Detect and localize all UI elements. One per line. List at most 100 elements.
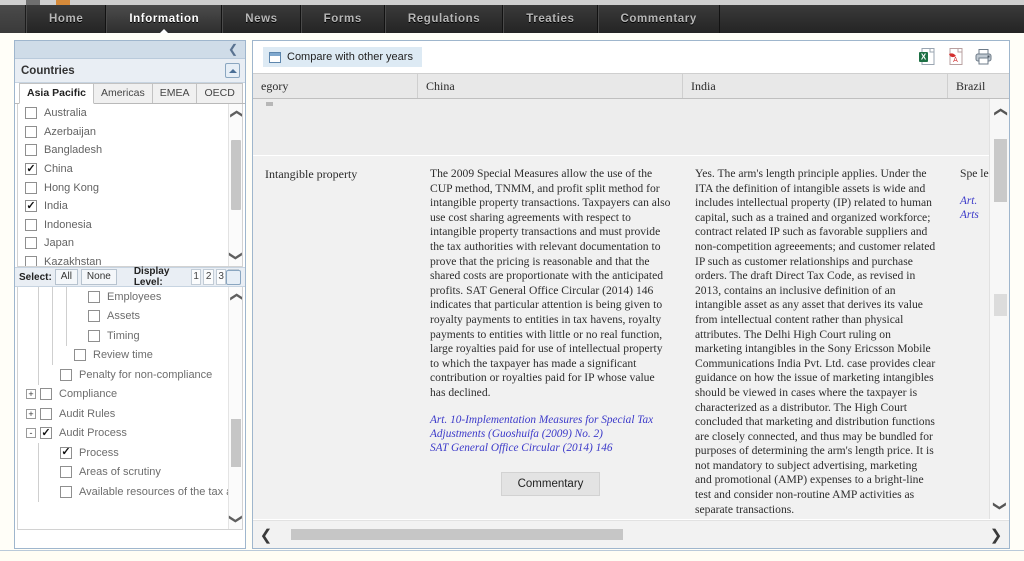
nav-tab-forms[interactable]: Forms: [300, 5, 385, 33]
scrollbar-thumb[interactable]: [291, 529, 623, 540]
chevron-right-icon[interactable]: ❯: [983, 526, 1009, 544]
nav-tab-treaties[interactable]: Treaties: [503, 5, 598, 33]
scrollbar-track[interactable]: [279, 529, 983, 540]
country-checkbox[interactable]: [25, 144, 37, 157]
region-tab-americas[interactable]: Americas: [92, 83, 153, 103]
chevron-up-icon[interactable]: ❯: [228, 107, 242, 121]
list-item[interactable]: Japan: [18, 234, 242, 253]
country-checkbox[interactable]: [25, 181, 37, 194]
column-header-india[interactable]: India: [683, 74, 948, 98]
tree-checkbox[interactable]: [60, 368, 72, 381]
tree-checkbox[interactable]: [88, 329, 100, 342]
column-header-china[interactable]: China: [418, 74, 683, 98]
country-label: Azerbaijan: [44, 125, 96, 138]
region-tab-emea[interactable]: EMEA: [151, 83, 198, 103]
tree-checkbox[interactable]: [88, 290, 100, 303]
country-checkbox[interactable]: [25, 237, 37, 250]
tree-checkbox[interactable]: [40, 388, 52, 401]
select-all-button[interactable]: All: [54, 269, 78, 285]
chevron-left-icon[interactable]: ❮: [228, 43, 238, 56]
list-item[interactable]: ✓ China: [18, 160, 242, 179]
tree-checkbox[interactable]: [60, 466, 72, 479]
countries-panel-title: Countries: [21, 64, 75, 77]
tree-checkbox[interactable]: [88, 310, 100, 323]
table-horizontal-scrollbar[interactable]: ❮ ❯: [253, 520, 1009, 548]
chevron-up-icon[interactable]: ❯: [991, 102, 1009, 122]
china-citation-link[interactable]: Art. 10-Implementation Measures for Spec…: [430, 413, 671, 455]
pdf-export-icon[interactable]: A: [947, 48, 963, 65]
nav-tab-news[interactable]: News: [222, 5, 301, 33]
tree-item[interactable]: Timing: [18, 326, 242, 346]
countries-collapse-button[interactable]: [225, 63, 240, 78]
display-level-1-button[interactable]: 1: [190, 269, 202, 285]
chevron-down-icon[interactable]: ❯: [228, 512, 242, 526]
country-checkbox[interactable]: [25, 125, 37, 138]
display-level-2-button[interactable]: 2: [203, 269, 214, 285]
china-commentary-button[interactable]: Commentary: [500, 471, 601, 496]
excel-export-icon[interactable]: X: [919, 48, 935, 65]
scrollbar-thumb-secondary[interactable]: [994, 294, 1007, 316]
display-level-3-button[interactable]: 3: [215, 269, 227, 285]
list-item[interactable]: Indonesia: [18, 216, 242, 235]
chevron-down-icon[interactable]: ❯: [228, 249, 242, 263]
tree-collapse-button[interactable]: [226, 270, 241, 285]
list-item[interactable]: Kazakhstan: [18, 253, 242, 266]
country-list-scrollbar[interactable]: ❯ ❯: [228, 104, 242, 266]
collapse-minus-icon[interactable]: -: [26, 428, 36, 439]
tree-guide: [46, 463, 60, 483]
region-tab-asia-pacific[interactable]: Asia Pacific: [19, 83, 94, 104]
region-tab-oecd[interactable]: OECD: [196, 83, 243, 103]
compare-with-other-years-button[interactable]: Compare with other years: [263, 47, 422, 67]
country-checkbox[interactable]: ✓: [25, 163, 37, 176]
country-checkbox[interactable]: [25, 256, 37, 266]
chevron-down-icon[interactable]: ❯: [991, 496, 1009, 516]
tree-scrollbar[interactable]: ❯ ❯: [228, 287, 242, 529]
scrollbar-thumb[interactable]: [994, 139, 1007, 202]
tree-item[interactable]: ✓ Process: [18, 443, 242, 463]
country-checkbox[interactable]: ✓: [25, 200, 37, 213]
column-header-category[interactable]: egory: [253, 74, 418, 98]
list-item[interactable]: Bangladesh: [18, 141, 242, 160]
tree-item[interactable]: Assets: [18, 306, 242, 327]
tree-item[interactable]: Available resources of the tax authoriti…: [18, 482, 242, 502]
tree-item[interactable]: Employees: [18, 287, 242, 307]
tree-checkbox[interactable]: ✓: [60, 446, 72, 459]
brazil-citation-link[interactable]: Art. Arts: [960, 194, 990, 222]
sidebar-collapse-bar[interactable]: ❮: [15, 41, 245, 59]
nav-tab-information[interactable]: Information: [106, 5, 223, 34]
scrollbar-thumb[interactable]: [231, 140, 241, 210]
list-item[interactable]: Australia: [18, 104, 242, 123]
country-checkbox[interactable]: [25, 107, 37, 120]
tree-item[interactable]: + Compliance: [18, 385, 242, 405]
chevron-up-icon[interactable]: ❯: [228, 290, 242, 304]
select-none-button[interactable]: None: [80, 269, 117, 285]
list-item[interactable]: Azerbaijan: [18, 123, 242, 142]
nav-tab-regulations[interactable]: Regulations: [384, 5, 504, 33]
nav-tab-commentary[interactable]: Commentary: [597, 5, 720, 33]
tree-checkbox[interactable]: [74, 349, 86, 362]
scrollbar-thumb[interactable]: [231, 419, 241, 467]
column-header-brazil[interactable]: Brazil: [948, 74, 1009, 98]
list-item[interactable]: Hong Kong: [18, 178, 242, 197]
expand-plus-icon[interactable]: +: [26, 389, 36, 400]
tree-item[interactable]: Review time: [18, 345, 242, 366]
nav-tab-home[interactable]: Home: [26, 5, 107, 33]
tree-item[interactable]: Penalty for non-compliance: [18, 365, 242, 385]
expand-plus-icon[interactable]: +: [26, 408, 36, 419]
tree-item[interactable]: - ✓ Audit Process: [18, 424, 242, 444]
countries-panel-header: Countries: [15, 59, 245, 83]
tree-item[interactable]: + Audit Rules: [18, 404, 242, 424]
tree-item[interactable]: Areas of scrutiny: [18, 462, 242, 483]
list-item[interactable]: ✓ India: [18, 197, 242, 216]
tree-guide: [74, 307, 88, 327]
table-row: Intangible property The 2009 Special Mea…: [253, 156, 990, 519]
chevron-left-icon[interactable]: ❮: [253, 526, 279, 544]
country-checkbox[interactable]: [25, 218, 37, 231]
tree-item-label: Compliance: [59, 388, 118, 401]
print-icon[interactable]: [975, 48, 992, 65]
table-vertical-scrollbar[interactable]: ❯ ❯: [989, 99, 1009, 519]
tree-checkbox[interactable]: ✓: [40, 427, 52, 440]
tree-checkbox[interactable]: [40, 407, 52, 420]
china-answer-text: The 2009 Special Measures allow the use …: [430, 167, 671, 399]
tree-checkbox[interactable]: [60, 485, 72, 498]
